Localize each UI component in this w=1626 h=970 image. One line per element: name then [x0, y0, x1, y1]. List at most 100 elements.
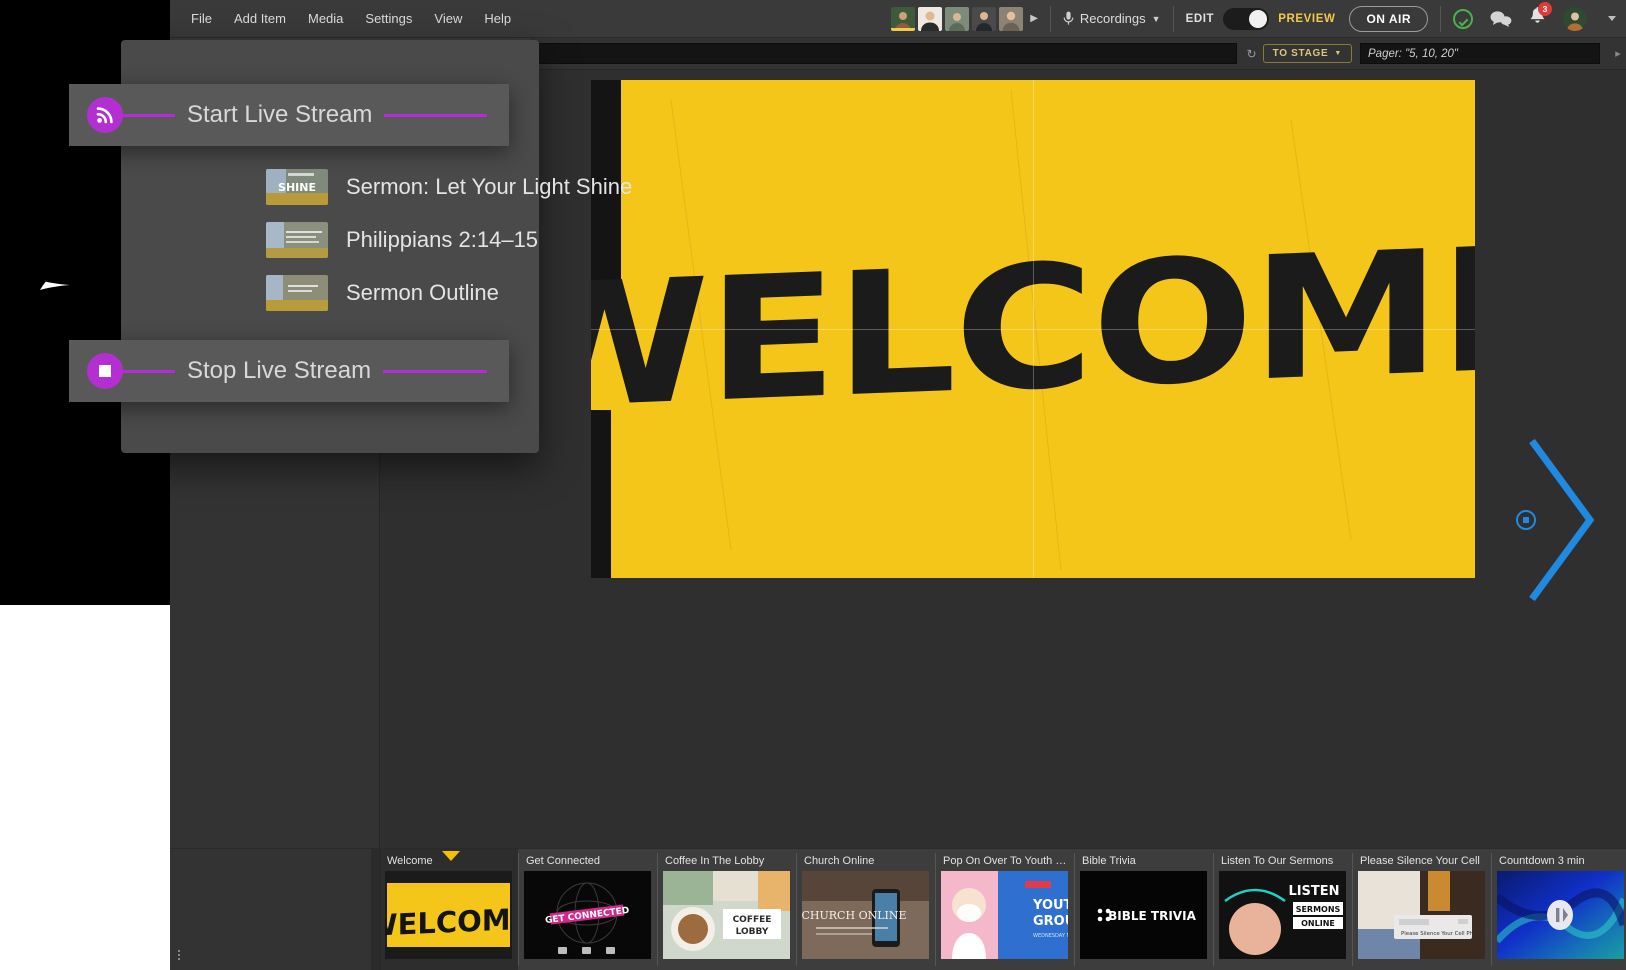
thumbstrip-label: Bible Trivia	[1075, 854, 1213, 871]
preview-canvas-area: WELCOME Welcome	[380, 70, 1626, 970]
overlay-item-scripture[interactable]: Philippians 2:14–15	[121, 213, 539, 266]
menu-settings[interactable]: Settings	[354, 6, 423, 31]
thumbnail: CHURCH ONLINE	[802, 871, 929, 959]
thumbnail: GET CONNECTED	[524, 871, 651, 959]
overlay-item-sermon-title[interactable]: SHINE Sermon: Let Your Light Shine	[121, 160, 539, 213]
chat-bubbles-icon[interactable]	[1490, 10, 1512, 27]
menu-bar-right-cluster: ▶ Recordings ▼ EDIT PREVIEW	[891, 0, 1626, 37]
current-slide-preview[interactable]: WELCOME	[591, 80, 1475, 578]
start-live-stream-row[interactable]: Start Live Stream	[69, 84, 509, 146]
divider	[1173, 6, 1174, 32]
thumbnail	[266, 275, 328, 311]
menu-media[interactable]: Media	[297, 6, 354, 31]
thumbstrip-item-church-online[interactable]: Church Online CHURCH ONLINE	[797, 849, 935, 970]
cue-line	[383, 370, 487, 373]
live-stream-overlay-panel[interactable]: Start Live Stream SHINE Sermon: Let Your…	[121, 40, 539, 453]
svg-text:CHURCH ONLINE: CHURCH ONLINE	[802, 909, 907, 922]
slide-guide-vertical	[1033, 80, 1034, 578]
edit-preview-toggle[interactable]	[1223, 8, 1269, 30]
edit-preview-toggle-group[interactable]: EDIT PREVIEW	[1186, 8, 1336, 30]
thumbstrip-label: Church Online	[797, 854, 935, 871]
stop-live-stream-label: Stop Live Stream	[175, 357, 383, 385]
svg-text:Please Silence Your Cell Phone: Please Silence Your Cell Phones.	[1401, 931, 1485, 937]
avatar-overflow-arrow-icon[interactable]: ▶	[1030, 13, 1038, 24]
svg-text:SHINE: SHINE	[278, 181, 316, 194]
next-slide-arrow-icon[interactable]	[1526, 435, 1598, 605]
notification-badge: 3	[1538, 2, 1552, 16]
to-stage-button[interactable]: TO STAGE ▼	[1263, 44, 1352, 63]
stop-live-stream-row[interactable]: Stop Live Stream	[69, 340, 509, 402]
chevron-down-icon: ▼	[1334, 50, 1342, 57]
recordings-label: Recordings	[1080, 11, 1146, 26]
user-avatar[interactable]	[1563, 7, 1587, 31]
thumbstrip-label: Please Silence Your Cell	[1353, 854, 1491, 871]
welcome-slide: WELCOME	[591, 80, 1475, 578]
menu-view[interactable]: View	[423, 6, 473, 31]
svg-text:SERMONS: SERMONS	[1296, 905, 1341, 914]
recordings-dropdown[interactable]: Recordings ▼	[1063, 11, 1161, 26]
avatar[interactable]	[918, 7, 942, 31]
resize-grip-handle[interactable]	[178, 948, 186, 960]
thumbnail: YOUTH GROUP WEDNESDAY NIGHTS, 7PM	[941, 871, 1068, 959]
avatar[interactable]	[999, 7, 1023, 31]
on-air-button[interactable]: ON AIR	[1349, 6, 1428, 32]
thumbstrip-item-listen-sermons[interactable]: Listen To Our Sermons LISTEN SERMONS	[1214, 849, 1352, 970]
stop-stream-icon	[87, 353, 123, 389]
menu-add-item[interactable]: Add Item	[223, 6, 297, 31]
menu-file[interactable]: File	[180, 6, 223, 31]
thumbnail-strip[interactable]: Welcome WELCOME Get Connected	[380, 848, 1626, 970]
cue-line	[123, 370, 175, 373]
user-menu-chevron-down-icon[interactable]	[1608, 16, 1616, 21]
notifications-bell[interactable]: 3	[1529, 7, 1546, 31]
to-stage-label: TO STAGE	[1273, 48, 1329, 59]
thumbstrip-item-welcome[interactable]: Welcome WELCOME	[380, 849, 518, 970]
avatar-row[interactable]: ▶	[891, 7, 1038, 31]
divider	[1440, 6, 1441, 32]
pager-field[interactable]: Pager: "5, 10, 20"	[1360, 43, 1600, 64]
thumbstrip-item-bible-trivia[interactable]: Bible Trivia BIBLE TRIVIA	[1075, 849, 1213, 970]
vertical-scrollbar[interactable]	[371, 849, 380, 970]
svg-text:WELCOME: WELCOME	[385, 902, 512, 943]
thumbnail: SHINE	[266, 169, 328, 205]
thumbstrip-item-coffee[interactable]: Coffee In The Lobby COFFEE LOBBY	[658, 849, 796, 970]
rss-stream-icon	[87, 97, 123, 133]
thumbnail: COFFEE LOBBY	[663, 871, 790, 959]
avatar[interactable]	[972, 7, 996, 31]
active-slide-caret-icon	[442, 851, 460, 861]
svg-text:WEDNESDAY NIGHTS, 7PM: WEDNESDAY NIGHTS, 7PM	[1033, 933, 1068, 939]
status-ok-check-icon[interactable]	[1453, 9, 1473, 29]
svg-text:GROUP: GROUP	[1033, 914, 1068, 929]
chevron-down-icon: ▼	[1152, 14, 1161, 24]
thumbstrip-label: Countdown 3 min	[1492, 854, 1626, 871]
thumbstrip-label: Coffee In The Lobby	[658, 854, 796, 871]
avatar[interactable]	[891, 7, 915, 31]
toolbar-text-field[interactable]	[534, 43, 1237, 64]
overlay-item-label: Philippians 2:14–15	[346, 227, 538, 253]
cue-line	[384, 114, 487, 117]
refresh-icon[interactable]: ↻	[1241, 47, 1263, 61]
svg-text:YOUTH: YOUTH	[1032, 898, 1068, 913]
start-live-stream-label: Start Live Stream	[175, 101, 384, 129]
menu-help[interactable]: Help	[473, 6, 522, 31]
svg-text:LOBBY: LOBBY	[736, 927, 769, 937]
overlay-item-label: Sermon: Let Your Light Shine	[346, 174, 632, 200]
stop-marker-button[interactable]	[1516, 510, 1536, 530]
svg-text:BIBLE TRIVIA: BIBLE TRIVIA	[1108, 909, 1196, 923]
thumbnail: BIBLE TRIVIA	[1080, 871, 1207, 959]
thumbnail: LISTEN SERMONS ONLINE	[1219, 871, 1346, 959]
thumbstrip-item-youth-group[interactable]: Pop On Over To Youth Group YOUTH GROUP	[936, 849, 1074, 970]
svg-text:ONLINE: ONLINE	[1301, 919, 1335, 928]
thumbnail: Please Silence Your Cell Phones.	[1358, 871, 1485, 959]
menu-bar: File Add Item Media Settings View Help	[170, 0, 1626, 38]
cue-line	[123, 114, 175, 117]
thumbstrip-item-get-connected[interactable]: Get Connected GET CONNECTED	[519, 849, 657, 970]
edit-label: EDIT	[1186, 13, 1215, 25]
toolbar-overflow-icon[interactable]: ▸	[1610, 47, 1626, 60]
thumbstrip-item-countdown[interactable]: Countdown 3 min	[1492, 849, 1626, 970]
thumbstrip-item-silence-cell[interactable]: Please Silence Your Cell Please Silen	[1353, 849, 1491, 970]
overlay-item-outline[interactable]: Sermon Outline	[121, 266, 539, 319]
avatar[interactable]	[945, 7, 969, 31]
microphone-icon	[1063, 11, 1074, 26]
svg-text:LISTEN: LISTEN	[1288, 884, 1339, 899]
thumbstrip-label: Listen To Our Sermons	[1214, 854, 1352, 871]
